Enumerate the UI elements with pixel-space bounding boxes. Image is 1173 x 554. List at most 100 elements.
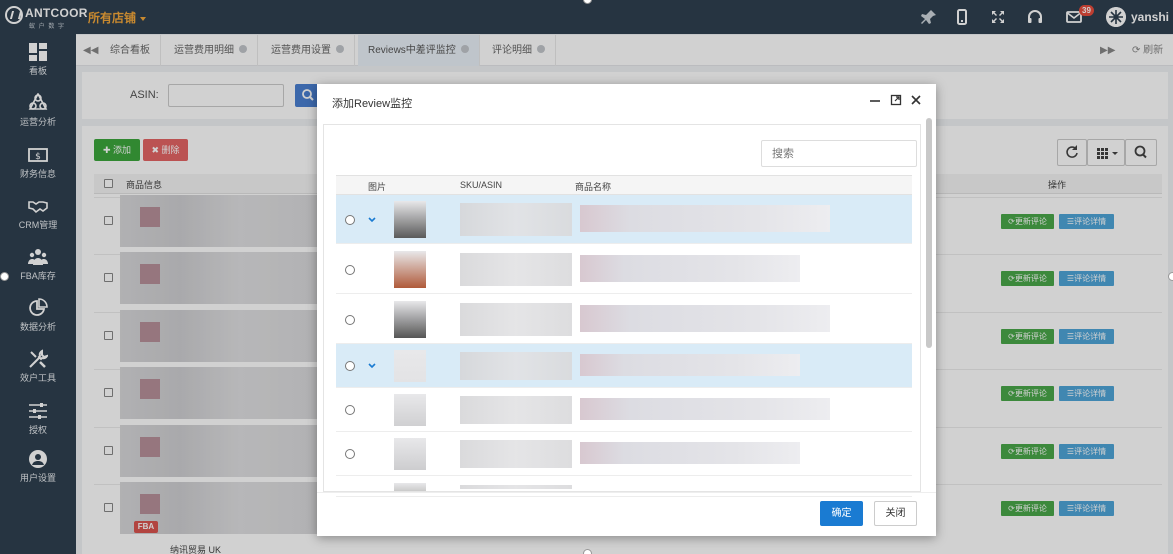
username[interactable]: yanshi [1131,10,1169,24]
dialog-table-row[interactable] [336,245,912,294]
partial-row-text: 纳讯贸易 UK [170,545,222,554]
minimize-icon[interactable] [869,94,881,106]
delete-button[interactable]: ✖ 删除 [143,139,188,161]
row-radio[interactable] [345,214,355,225]
dialog-footer: 确定 关闭 [317,492,936,536]
columns-toggle-button[interactable] [1087,139,1125,166]
product-thumbnail [140,437,160,457]
close-icon[interactable] [460,45,469,54]
network-icon [28,93,48,110]
headset-icon[interactable] [1026,8,1044,26]
review-detail-button[interactable]: ☰评论详情 [1059,271,1114,286]
confirm-button[interactable]: 确定 [820,501,863,526]
row-checkbox[interactable] [104,273,113,282]
dialog-table-row[interactable] [336,344,912,388]
refresh-table-button[interactable] [1057,139,1087,166]
asin-input[interactable] [168,84,284,107]
sidebar: 看板 运营分析 $ 财务信息 CRM管理 FBA库存 数据分析 效户工具 授权 … [0,34,76,554]
row-radio[interactable] [345,449,355,459]
review-detail-button[interactable]: ☰评论详情 [1059,444,1114,459]
row-radio[interactable] [345,361,355,371]
update-reviews-button[interactable]: ⟳更新评论 [1001,501,1054,516]
review-detail-button[interactable]: ☰评论详情 [1059,329,1114,344]
row-radio[interactable] [345,314,355,325]
tab-review-detail[interactable]: 评论明细 [482,35,556,66]
review-detail-button[interactable]: ☰评论详情 [1059,386,1114,401]
dialog-table-row[interactable] [336,388,912,432]
row-radio[interactable] [345,405,355,415]
review-detail-button[interactable]: ☰评论详情 [1059,501,1114,516]
tab-scroll-left-icon[interactable]: ◀◀ [83,35,98,66]
row-radio[interactable] [345,264,355,275]
tab-operating-cost-detail[interactable]: 运营费用明细 [164,35,258,66]
review-detail-label: 评论详情 [1074,504,1107,513]
mobile-icon[interactable] [953,8,971,26]
app-logo[interactable]: ANTCOOR 蚁 户 数 字 [5,4,87,30]
row-checkbox[interactable] [104,446,113,455]
fullscreen-icon[interactable] [989,8,1007,26]
tab-overview[interactable]: 综合看板 [100,35,161,66]
tab-reviews-monitor[interactable]: Reviews中差评监控 [358,35,480,66]
sidebar-item-dashboard[interactable]: 看板 [0,42,76,88]
dialog-table-row[interactable] [336,295,912,344]
sidebar-item-finance[interactable]: $ 财务信息 [0,145,76,191]
refresh-icon: ⟳ [1008,389,1015,398]
money-icon: $ [28,148,48,162]
col-header-product-name: 商品名称 [575,182,612,192]
close-icon[interactable] [336,45,344,54]
tab-label: 综合看板 [110,45,150,56]
tab-operating-cost-settings[interactable]: 运营费用设置 [261,35,355,66]
sidebar-item-fba[interactable]: FBA库存 [0,247,76,293]
dialog-search-input[interactable] [761,140,917,167]
tab-scroll-right-icon[interactable]: ▶▶ [1100,35,1115,66]
sidebar-item-tools[interactable]: 效户工具 [0,349,76,395]
dialog-table-row[interactable] [336,195,912,244]
pin-icon[interactable] [920,8,938,26]
select-all-checkbox[interactable] [104,179,113,188]
close-icon[interactable] [239,45,247,54]
product-name-value [580,305,830,332]
product-image [394,201,426,238]
row-checkbox[interactable] [104,331,113,340]
sidebar-item-data-analysis[interactable]: 数据分析 [0,298,76,344]
sidebar-item-authorization[interactable]: 授权 [0,401,76,447]
dialog-scrollbar[interactable] [926,118,932,523]
update-reviews-button[interactable]: ⟳更新评论 [1001,329,1054,344]
update-reviews-button[interactable]: ⟳更新评论 [1001,386,1054,401]
review-detail-button[interactable]: ☰评论详情 [1059,214,1114,229]
product-name-value [580,354,800,376]
close-icon[interactable] [910,94,922,106]
asin-label: ASIN: [130,89,159,101]
close-icon[interactable] [537,45,545,54]
dialog-table-row[interactable] [336,432,912,476]
row-checkbox[interactable] [104,388,113,397]
add-button[interactable]: ✚ 添加 [94,139,140,161]
tab-bar: ◀◀ 综合看板 运营费用明细 运营费用设置 Reviews中差评监控 评论明细 … [76,35,1173,66]
refresh-tab-button[interactable]: ⟳ 刷新 [1132,35,1163,66]
resize-handle[interactable] [0,272,9,281]
sidebar-item-user-settings[interactable]: 用户设置 [0,449,76,495]
row-checkbox[interactable] [104,503,113,512]
product-image [394,483,426,491]
product-image [394,251,426,288]
tab-label: 评论明细 [492,45,532,56]
maximize-icon[interactable] [890,94,902,106]
update-reviews-label: 更新评论 [1014,389,1047,398]
sku-asin-value [460,253,572,286]
update-reviews-button[interactable]: ⟳更新评论 [1001,271,1054,286]
scrollbar-thumb[interactable] [926,118,932,348]
update-reviews-button[interactable]: ⟳更新评论 [1001,444,1054,459]
add-review-monitor-dialog: 添加Review监控 图片 SKU/ASIN 商品名称 确定 关闭 [317,84,936,536]
update-reviews-label: 更新评论 [1014,217,1047,226]
avatar[interactable] [1106,7,1126,27]
store-selector[interactable]: 所有店铺 [88,9,147,26]
close-button[interactable]: 关闭 [874,501,917,526]
resize-handle[interactable] [1168,272,1173,281]
resize-handle[interactable] [583,549,592,554]
sidebar-item-crm[interactable]: CRM管理 [0,196,76,242]
plus-icon: ✚ [102,145,114,155]
row-checkbox[interactable] [104,216,113,225]
update-reviews-button[interactable]: ⟳更新评论 [1001,214,1054,229]
sidebar-item-operations[interactable]: 运营分析 [0,93,76,139]
table-search-button[interactable] [1125,139,1157,166]
